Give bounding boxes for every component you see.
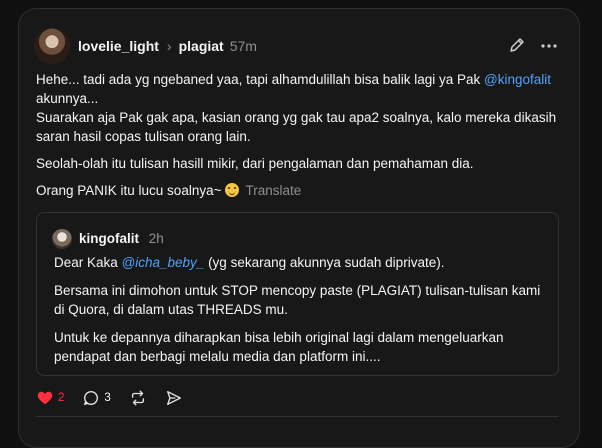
- quote-avatar[interactable]: [52, 229, 72, 249]
- translate-link[interactable]: Translate: [245, 183, 301, 198]
- post-text: akunnya...: [36, 91, 99, 106]
- divider: [36, 416, 559, 417]
- quote-header: kingofalit 2h: [79, 231, 164, 246]
- topic-tag[interactable]: plagiat: [179, 38, 224, 54]
- like-button[interactable]: 2: [36, 389, 64, 407]
- reply-button[interactable]: 3: [82, 389, 111, 407]
- quote-username[interactable]: kingofalit: [79, 231, 139, 246]
- heart-icon: [37, 391, 53, 405]
- quote-text: (yg sekarang akunnya sudah diprivate).: [204, 255, 445, 270]
- like-count: 2: [58, 392, 65, 404]
- action-bar: 2 3: [36, 388, 201, 408]
- mention-link[interactable]: @kingofalit: [484, 72, 551, 87]
- quoted-post[interactable]: kingofalit 2h Dear Kaka @icha_beby_ (yg …: [36, 212, 559, 376]
- post-text: Suarakan aja Pak gak apa, kasian orang y…: [36, 110, 557, 144]
- post-paragraph: Hehe... tadi ada yg ngebaned yaa, tapi a…: [36, 70, 564, 146]
- post-time[interactable]: 57m: [230, 38, 257, 54]
- edit-icon[interactable]: [508, 36, 526, 54]
- reply-count: 3: [104, 392, 111, 404]
- share-button[interactable]: [165, 389, 183, 407]
- post-text: Orang PANIK itu lucu soalnya~: [36, 183, 222, 198]
- post-text: Hehe... tadi ada yg ngebaned yaa, tapi a…: [36, 72, 485, 87]
- chevron-right-icon: ›: [166, 38, 172, 54]
- repost-icon: [131, 390, 144, 406]
- post-paragraph: Orang PANIK itu lucu soalnya~ Translate: [36, 181, 564, 200]
- quote-paragraph: Dear Kaka @icha_beby_ (yg sekarang akunn…: [54, 253, 546, 272]
- quote-body: Dear Kaka @icha_beby_ (yg sekarang akunn…: [54, 253, 546, 375]
- quote-paragraph: Bersama ini dimohon untuk STOP mencopy p…: [54, 283, 541, 317]
- quote-text: Dear Kaka: [54, 255, 122, 270]
- laughing-emoji-icon: [225, 183, 240, 197]
- quote-time[interactable]: 2h: [149, 231, 164, 246]
- more-icon[interactable]: [540, 37, 558, 55]
- repost-button[interactable]: [129, 389, 147, 407]
- quote-paragraph: Untuk ke depannya diharapkan bisa lebih …: [54, 330, 504, 364]
- share-icon: [166, 391, 181, 405]
- post-header: lovelie_light › plagiat 57m: [78, 37, 257, 55]
- quote-mention-link[interactable]: @icha_beby_: [122, 255, 205, 270]
- username[interactable]: lovelie_light: [78, 38, 159, 54]
- post-body: Hehe... tadi ada yg ngebaned yaa, tapi a…: [36, 70, 564, 200]
- reply-icon: [84, 391, 99, 405]
- post-paragraph: Seolah-olah itu tulisan hasill mikir, da…: [36, 156, 474, 171]
- avatar[interactable]: [34, 28, 70, 64]
